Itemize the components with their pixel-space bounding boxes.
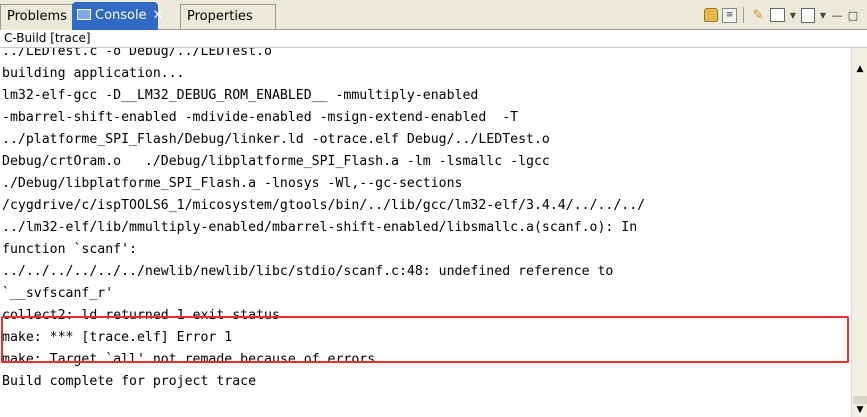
console-line: ../platforme_SPI_Flash/Debug/linker.ld -…	[2, 132, 550, 147]
console-line: building application...	[2, 66, 185, 81]
console-line: /cygdrive/c/ispTOOLS6_1/micosystem/gtool…	[2, 198, 646, 213]
vertical-scrollbar[interactable]: ▲ ▼	[851, 48, 867, 417]
console-output[interactable]: ../LEDTest.c -o Debug/../LEDTest.o buildi…	[0, 48, 851, 417]
scroll-down-icon[interactable]: ▼	[853, 403, 867, 417]
console-toolbar: ≡ ✎ ▼ ▼ — □	[704, 6, 859, 24]
scroll-lock-icon[interactable]: ≡	[722, 7, 737, 23]
console-line: ../LEDTest.c -o Debug/../LEDTest.o	[2, 48, 272, 59]
console-line: ../../../../../../newlib/newlib/libc/std…	[2, 264, 614, 279]
tab-problems-label: Problems	[7, 9, 67, 24]
view-tab-bar: Problems Console ✕ Properties ≡ ✎ ▼ ▼ — □	[0, 0, 867, 30]
console-line: function `scanf':	[2, 242, 137, 257]
maximize-icon[interactable]: □	[847, 7, 859, 23]
display-console-icon[interactable]	[770, 8, 785, 22]
chevron-down-icon[interactable]: ▼	[789, 7, 797, 23]
tab-console[interactable]: Console ✕	[72, 2, 164, 30]
console-line: Debug/crtOram.o ./Debug/libplatforme_SPI…	[2, 154, 550, 169]
open-console-icon[interactable]	[801, 7, 815, 23]
lock-icon[interactable]	[704, 8, 718, 22]
console-title: C-Build [trace]	[0, 30, 867, 48]
console-line: ../lm32-elf/lib/mmultiply-enabled/mbarre…	[2, 220, 638, 235]
tab-properties[interactable]: Properties	[180, 4, 276, 30]
minimize-icon[interactable]: —	[831, 7, 843, 23]
console-line: Build complete for project trace	[2, 374, 257, 389]
console-line: `__svfscanf_r'	[2, 286, 114, 301]
close-icon[interactable]: ✕	[153, 8, 164, 23]
chevron-down-icon[interactable]: ▼	[819, 7, 827, 23]
error-highlight-box	[1, 316, 849, 363]
scroll-up-icon[interactable]: ▲	[853, 62, 867, 76]
tab-properties-label: Properties	[187, 9, 253, 24]
console-icon	[77, 9, 91, 20]
tab-problems[interactable]: Problems	[0, 4, 73, 30]
console-line: lm32-elf-gcc -D__LM32_DEBUG_ROM_ENABLED_…	[2, 88, 479, 103]
toolbar-separator	[743, 7, 744, 23]
tab-console-label: Console	[95, 8, 147, 23]
console-line: ./Debug/libplatforme_SPI_Flash.a -lnosys…	[2, 176, 463, 191]
console-line: -mbarrel-shift-enabled -mdivide-enabled …	[2, 110, 519, 125]
pin-console-icon[interactable]: ✎	[750, 7, 766, 23]
